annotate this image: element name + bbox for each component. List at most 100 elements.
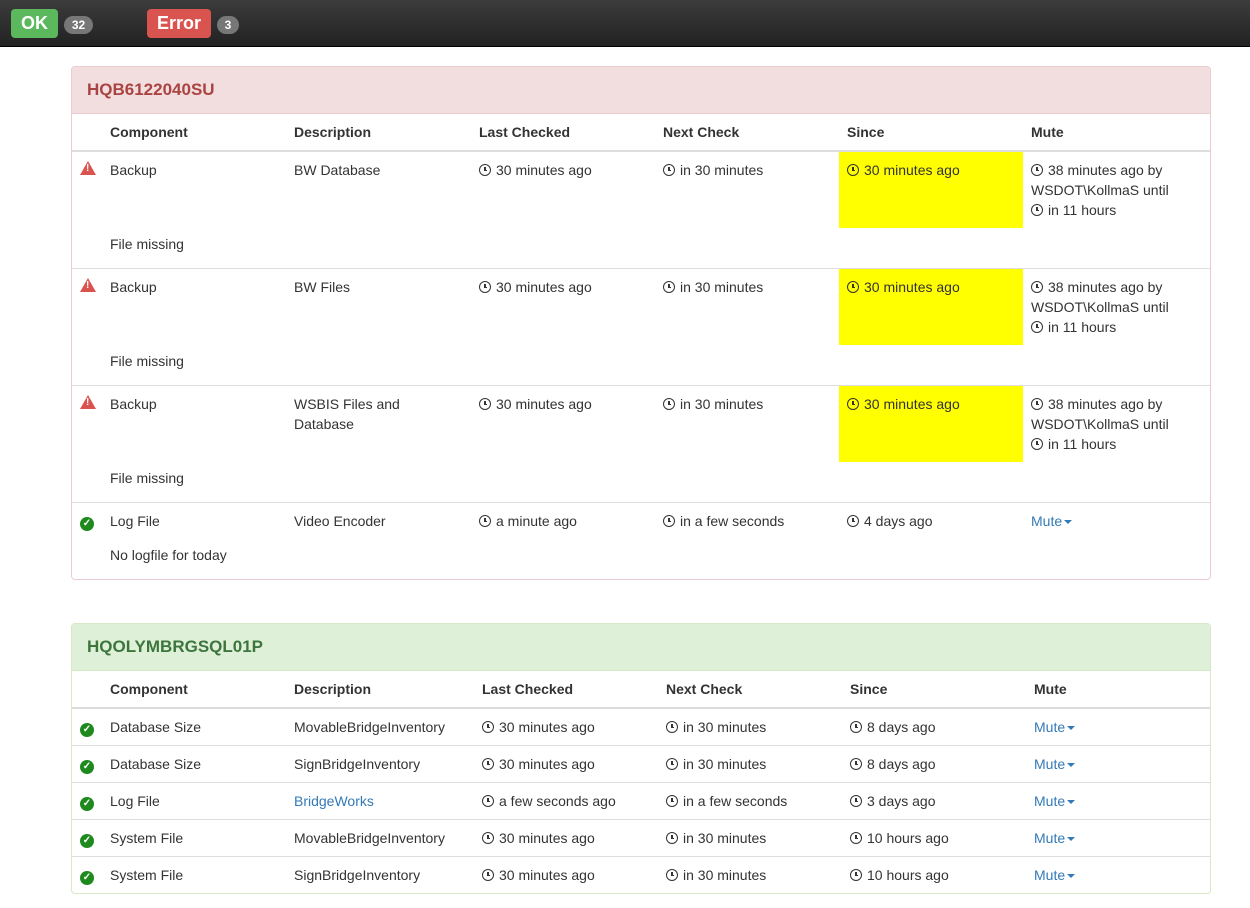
mute-dropdown[interactable]: Mute: [1034, 719, 1076, 735]
panel-title: HQB6122040SU: [72, 67, 1210, 114]
description-cell: Video Encoder: [286, 502, 471, 539]
error-count-badge: 3: [217, 16, 239, 34]
description-cell: BridgeWorks: [286, 782, 474, 820]
table-row: Backup BW Database 30 minutes ago in 30 …: [72, 150, 1210, 228]
column-header: Description: [286, 114, 471, 152]
since-cell: 4 days ago: [839, 502, 1023, 539]
clock-icon: [663, 164, 675, 176]
clock-icon: [482, 869, 494, 881]
caret-down-icon: [1067, 800, 1076, 805]
message-row: File missing: [72, 345, 1210, 386]
clock-icon: [479, 398, 491, 410]
component-cell: Log File: [102, 502, 286, 539]
description-cell: SignBridgeInventory: [286, 856, 474, 893]
server-panel-hqb6122040su: HQB6122040SU Component Description Last …: [71, 66, 1211, 580]
next-check-cell: in 30 minutes: [658, 856, 842, 893]
mute-dropdown[interactable]: Mute: [1034, 830, 1076, 846]
column-header: Component: [102, 671, 286, 709]
clock-icon: [1031, 321, 1043, 333]
next-check-cell: in a few seconds: [658, 782, 842, 820]
table-row: ✓ System File MovableBridgeInventory 30 …: [72, 819, 1210, 857]
clock-icon: [666, 795, 678, 807]
column-header: Mute: [1023, 114, 1210, 152]
clock-icon: [1031, 164, 1043, 176]
status-bar: OK 32 Error 3: [0, 0, 1250, 47]
column-header: Description: [286, 671, 474, 709]
clock-icon: [847, 515, 859, 527]
caret-down-icon: [1067, 874, 1076, 879]
clock-icon: [850, 795, 862, 807]
clock-icon: [847, 164, 859, 176]
since-cell: 30 minutes ago: [839, 268, 1023, 345]
warning-triangle-icon: [80, 161, 96, 175]
status-message: File missing: [110, 353, 184, 369]
clock-icon: [479, 164, 491, 176]
check-circle-icon: ✓: [80, 760, 94, 774]
mute-cell: Mute: [1026, 782, 1210, 820]
mute-dropdown[interactable]: Mute: [1034, 793, 1076, 809]
check-circle-icon: ✓: [80, 834, 94, 848]
clock-icon: [666, 832, 678, 844]
table-row: ✓ Database Size MovableBridgeInventory 3…: [72, 707, 1210, 746]
clock-icon: [482, 721, 494, 733]
clock-icon: [850, 721, 862, 733]
clock-icon: [850, 758, 862, 770]
panel-title: HQOLYMBRGSQL01P: [72, 624, 1210, 671]
next-check-cell: in 30 minutes: [658, 707, 842, 746]
component-cell: System File: [102, 819, 286, 857]
check-circle-icon: ✓: [80, 723, 94, 737]
last-checked-cell: 30 minutes ago: [474, 707, 658, 746]
error-filter-button[interactable]: Error: [147, 9, 211, 38]
ok-count-badge: 32: [64, 16, 93, 34]
mute-cell: Mute: [1026, 707, 1210, 746]
since-cell: 8 days ago: [842, 745, 1026, 783]
clock-icon: [1031, 204, 1043, 216]
description-cell: WSBIS Files and Database: [286, 385, 471, 462]
last-checked-cell: 30 minutes ago: [471, 385, 655, 462]
since-cell: 30 minutes ago: [839, 385, 1023, 462]
warning-triangle-icon: [80, 278, 96, 292]
check-circle-icon: ✓: [80, 871, 94, 885]
since-cell: 8 days ago: [842, 707, 1026, 746]
mute-cell: Mute: [1026, 819, 1210, 857]
status-message: No logfile for today: [110, 547, 227, 563]
column-header: Next Check: [655, 114, 839, 152]
description-link[interactable]: BridgeWorks: [294, 793, 374, 809]
clock-icon: [850, 869, 862, 881]
clock-icon: [847, 281, 859, 293]
mute-cell: 38 minutes ago by WSDOT\KollmaS until in 1…: [1023, 385, 1210, 462]
component-cell: Log File: [102, 782, 286, 820]
clock-icon: [1031, 281, 1043, 293]
column-header: Last Checked: [474, 671, 658, 709]
since-cell: 30 minutes ago: [839, 150, 1023, 228]
check-circle-icon: ✓: [80, 797, 94, 811]
clock-icon: [482, 832, 494, 844]
clock-icon: [847, 398, 859, 410]
column-header: Next Check: [658, 671, 842, 709]
clock-icon: [482, 758, 494, 770]
mute-dropdown[interactable]: Mute: [1034, 867, 1076, 883]
ok-filter-button[interactable]: OK: [11, 9, 58, 38]
next-check-cell: in 30 minutes: [658, 745, 842, 783]
next-check-cell: in 30 minutes: [655, 385, 839, 462]
mute-cell: Mute: [1026, 856, 1210, 893]
since-cell: 3 days ago: [842, 782, 1026, 820]
mute-dropdown[interactable]: Mute: [1031, 513, 1073, 529]
clock-icon: [663, 515, 675, 527]
component-cell: System File: [102, 856, 286, 893]
component-cell: Database Size: [102, 707, 286, 746]
description-cell: BW Database: [286, 150, 471, 228]
description-cell: MovableBridgeInventory: [286, 707, 474, 746]
last-checked-cell: 30 minutes ago: [471, 150, 655, 228]
mute-cell: 38 minutes ago by WSDOT\KollmaS until in 1…: [1023, 268, 1210, 345]
clock-icon: [666, 721, 678, 733]
message-row: File missing: [72, 462, 1210, 503]
table-row: ✓ Log File BridgeWorks a few seconds ago…: [72, 782, 1210, 820]
component-cell: Backup: [102, 385, 286, 462]
table-row: ✓ Database Size SignBridgeInventory 30 m…: [72, 745, 1210, 783]
next-check-cell: in 30 minutes: [655, 268, 839, 345]
check-circle-icon: ✓: [80, 517, 94, 531]
last-checked-cell: 30 minutes ago: [474, 856, 658, 893]
mute-dropdown[interactable]: Mute: [1034, 756, 1076, 772]
mute-cell: Mute: [1026, 745, 1210, 783]
